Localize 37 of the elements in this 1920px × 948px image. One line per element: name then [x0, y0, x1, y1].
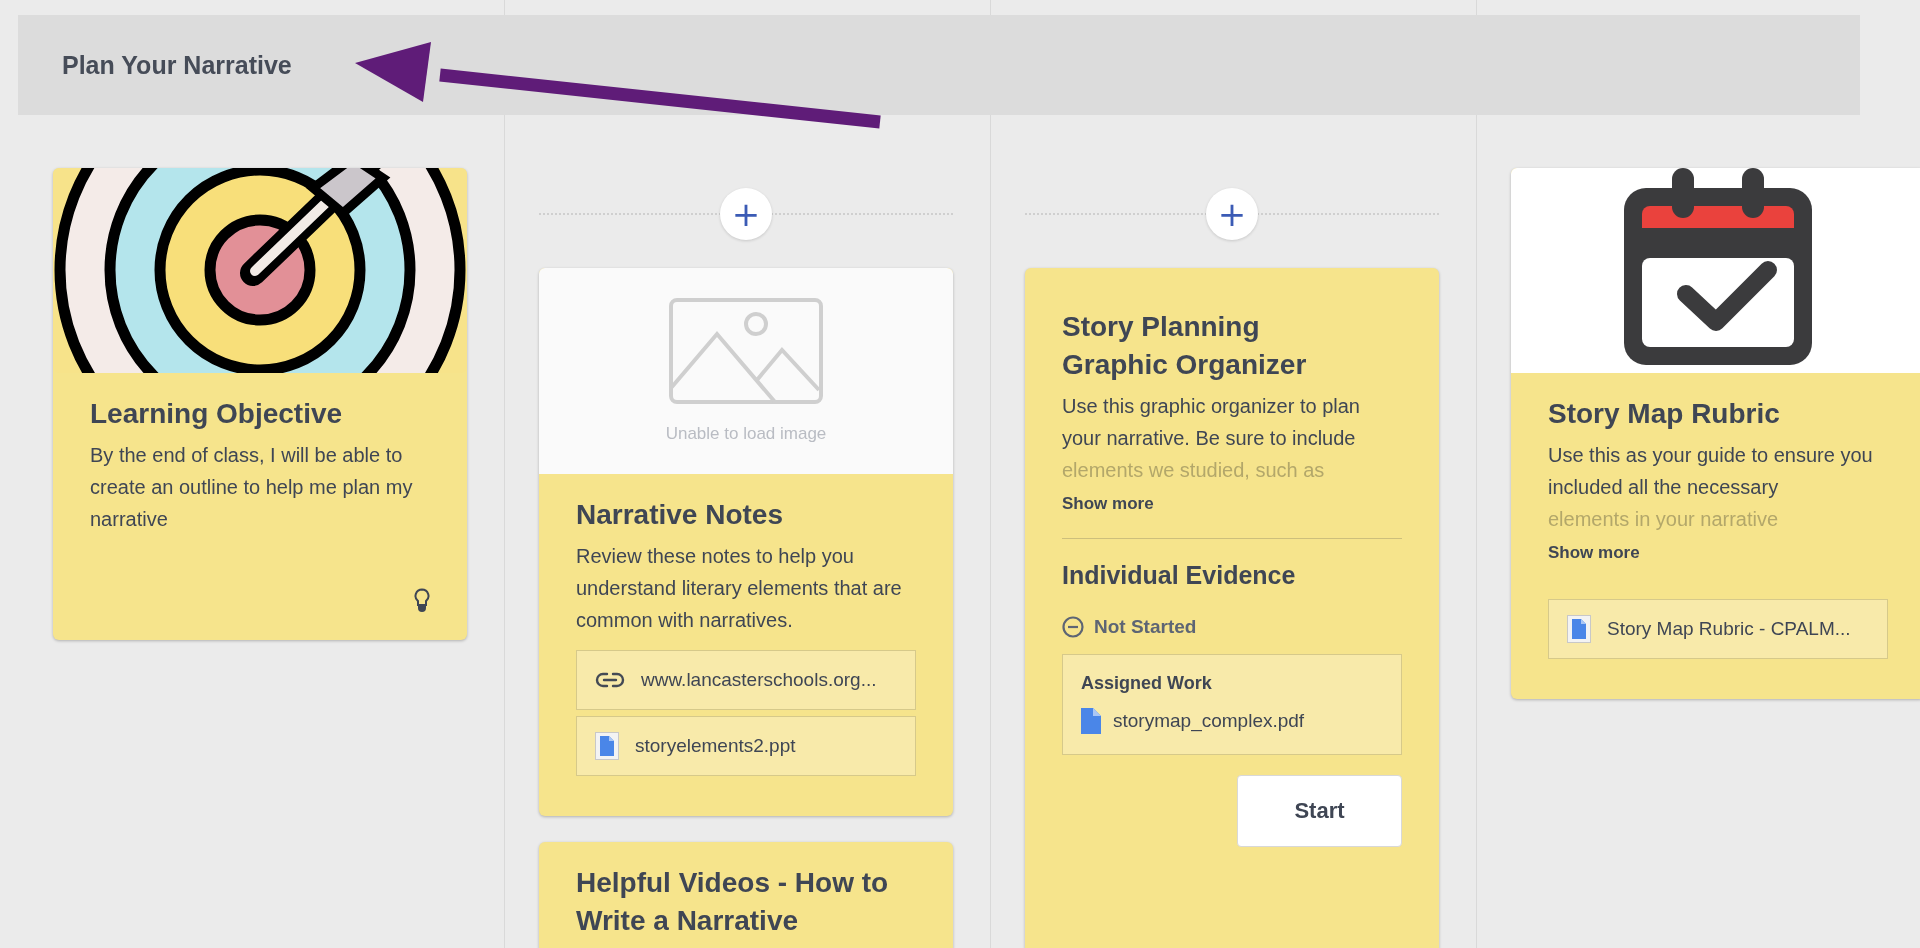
image-error-text: Unable to load image — [665, 424, 827, 444]
section-title: Plan Your Narrative — [62, 50, 292, 80]
assigned-work-title: Assigned Work — [1081, 673, 1213, 694]
card-description-fade: elements we studied, such as — [1062, 458, 1326, 483]
add-button[interactable]: + — [1206, 188, 1258, 240]
card[interactable] — [1025, 268, 1439, 948]
card-title: Learning Objective — [90, 397, 344, 431]
show-more-button[interactable]: Show more — [1548, 543, 1640, 563]
image-placeholder-icon — [669, 298, 823, 404]
attachment-item[interactable]: www.lancasterschools.org... — [576, 650, 916, 710]
card-title: Helpful Videos - How to Write a Narrative — [576, 866, 890, 938]
evidence-title: Individual Evidence — [1062, 561, 1297, 590]
attachment-item[interactable]: storymap_complex.pdf — [1081, 708, 1383, 734]
attachment-item[interactable]: Story Map Rubric - CPALM... — [1548, 599, 1888, 659]
document-icon — [1567, 615, 1591, 643]
start-button[interactable]: Start — [1237, 775, 1402, 847]
document-icon — [595, 732, 619, 760]
add-button[interactable]: + — [720, 188, 772, 240]
card-description-fade: elements in your narrative — [1548, 507, 1780, 532]
card-title: Story Map Rubric — [1548, 397, 1781, 431]
status-label: Not Started — [1094, 616, 1197, 638]
card-description: Review these notes to help you understand literary elements that are common with narratives. — [576, 544, 903, 633]
card-title: Narrative Notes — [576, 498, 784, 532]
link-icon — [595, 672, 625, 688]
card-description: Use this as your guide to ensure you included all the necessary — [1548, 443, 1874, 500]
card-description: Use this graphic organizer to plan your narrative. Be sure to include — [1062, 394, 1361, 451]
document-icon — [1081, 708, 1101, 734]
card[interactable]: Story Map Rubric Use this as your guide to ensure you included all the necessary elements in your narrative Show more Story Map Rubric - CPALM... — [1511, 168, 1920, 699]
show-more-button[interactable]: Show more — [1062, 494, 1154, 514]
minus-circle-icon — [1062, 616, 1084, 638]
card-description: By the end of class, I will be able to create an outline to help me plan my narrative — [90, 443, 414, 532]
card[interactable]: Learning Objective By the end of class, I will be able to create an outline to help me plan my narrative — [53, 168, 467, 640]
lightbulb-icon — [414, 588, 430, 612]
card[interactable]: Unable to load image Narrative Notes Review these notes to help you understand literary elements that are common with narratives. www.lancasterschools.org... storyelements2.ppt — [539, 268, 953, 816]
card[interactable]: Helpful Videos - How to Write a Narrative — [539, 842, 953, 948]
attachment-item[interactable]: storyelements2.ppt — [576, 716, 916, 776]
card-title: Story Planning Graphic Organizer — [1062, 310, 1308, 382]
